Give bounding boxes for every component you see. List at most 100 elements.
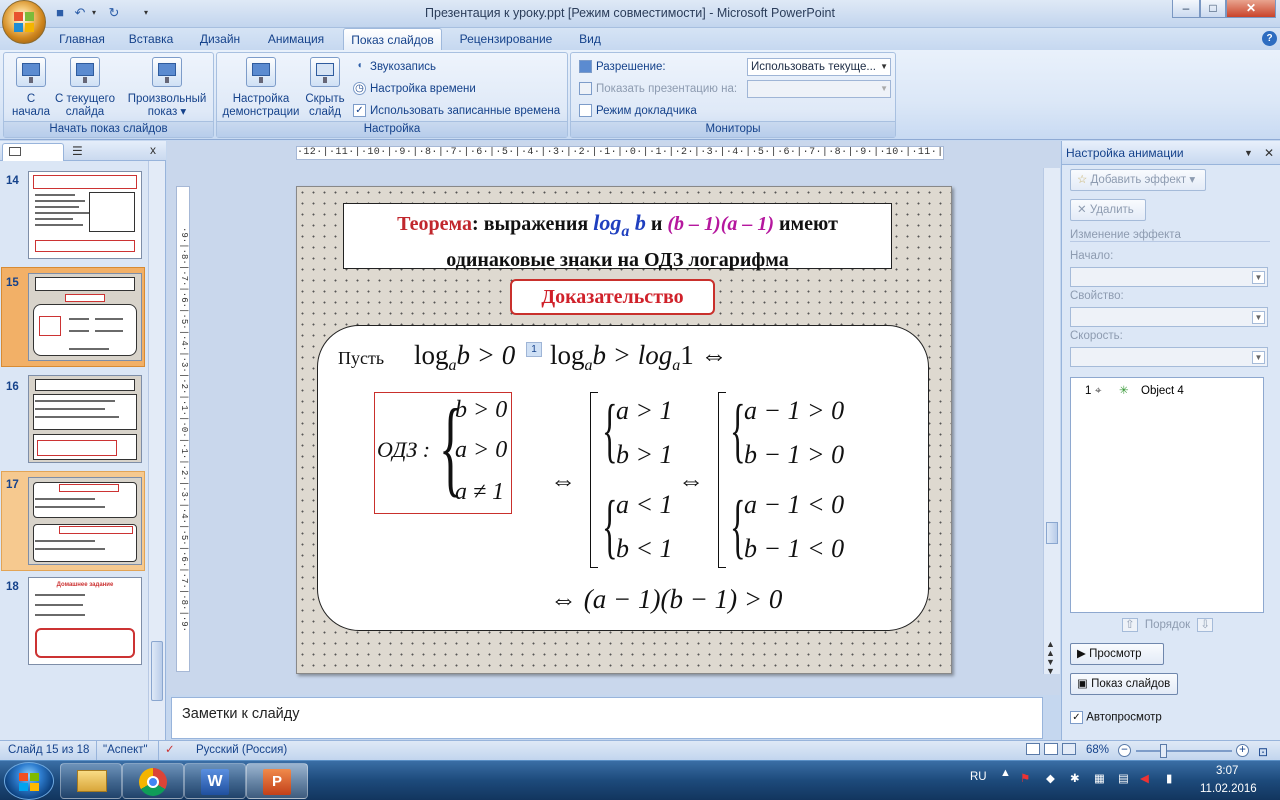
chrome-taskbar-button[interactable]: [122, 763, 184, 799]
theorem-box[interactable]: Теорема: выражения loga b и (b – 1)(a – …: [343, 203, 892, 271]
custom-show-button[interactable]: Произвольный показ ▾: [122, 57, 212, 119]
chevron-down-icon[interactable]: ▼: [1244, 141, 1253, 165]
spellcheck-icon[interactable]: ✓: [158, 741, 175, 760]
customize-qat-icon[interactable]: ▾: [138, 5, 154, 21]
volume-icon[interactable]: ◀: [1140, 771, 1149, 785]
zoom-in-icon[interactable]: +: [1236, 744, 1249, 757]
powerpoint-taskbar-button[interactable]: P: [246, 763, 308, 799]
redo-icon[interactable]: ↻: [106, 5, 122, 21]
setup-show-button[interactable]: Настройка демонстрации: [221, 57, 301, 119]
add-effect-button[interactable]: ☆ Добавить эффект ▾: [1070, 169, 1206, 191]
resolution-label: Разрешение:: [596, 61, 666, 73]
language-indicator[interactable]: Русский (Россия): [196, 741, 287, 760]
clock-date[interactable]: 11.02.2016: [1200, 783, 1257, 795]
explorer-taskbar-button[interactable]: [60, 763, 122, 799]
from-start-label-1: С: [26, 93, 36, 105]
theorem-word: Теорема: [397, 213, 473, 235]
domain-label: ОДЗ :: [377, 437, 431, 462]
slide-sorter-icon[interactable]: [1044, 743, 1058, 755]
zoom-slider-thumb[interactable]: [1160, 744, 1167, 758]
flag-icon[interactable]: ⚑: [1020, 771, 1030, 785]
network-icon[interactable]: ▦: [1094, 771, 1105, 785]
save-icon[interactable]: ■: [52, 5, 68, 21]
chevron-down-icon[interactable]: ▾: [86, 5, 102, 21]
record-narration-button[interactable]: ◖ Звукозапись: [353, 58, 436, 76]
clock-time[interactable]: 3:07: [1216, 765, 1238, 777]
word-taskbar-button[interactable]: W: [184, 763, 246, 799]
close-button[interactable]: ✕: [1226, 0, 1276, 18]
zoom-level[interactable]: 68%: [1086, 741, 1109, 760]
printer-icon[interactable]: ▤: [1118, 771, 1129, 785]
adobe-icon[interactable]: ◆: [1046, 771, 1055, 785]
move-up-icon[interactable]: ⇧: [1122, 618, 1138, 632]
from-start-button[interactable]: С начала: [6, 57, 56, 119]
slide-thumbnail-16[interactable]: [28, 375, 142, 463]
scrollbar-thumb[interactable]: [151, 641, 163, 701]
move-down-icon[interactable]: ⇩: [1197, 618, 1213, 632]
slide-canvas[interactable]: Теорема: выражения loga b и (b – 1)(a – …: [296, 186, 952, 674]
resolution-select[interactable]: Использовать текуще... ▼: [747, 58, 891, 76]
keyboard-language[interactable]: RU: [970, 771, 987, 783]
signal-icon[interactable]: ▮: [1166, 771, 1172, 785]
property-select[interactable]: ▼: [1070, 307, 1268, 327]
tab-design[interactable]: Дизайн: [190, 28, 250, 50]
slides-panel: ☰ x 14 15 16 17 18 Домашнее задание: [0, 141, 166, 741]
slide-thumbnail-14[interactable]: [28, 171, 142, 259]
play-from-start-icon: [16, 57, 46, 87]
domain-cond-2: a > 0: [455, 437, 508, 463]
help-icon[interactable]: ?: [1262, 31, 1277, 46]
tab-slideshow[interactable]: Показ слайдов: [343, 28, 442, 51]
preview-button[interactable]: ▶ Просмотр: [1070, 643, 1164, 665]
speed-select[interactable]: ▼: [1070, 347, 1268, 367]
close-pane-button[interactable]: ✕: [1264, 141, 1274, 165]
zoom-slider-track[interactable]: [1136, 750, 1232, 752]
custom-show-label-1: Произвольный: [127, 93, 207, 105]
minimize-button[interactable]: –: [1172, 0, 1200, 18]
proof-label[interactable]: Доказательство: [510, 279, 715, 315]
notes-pane[interactable]: Заметки к слайду: [171, 697, 1043, 739]
rehearse-timings-button[interactable]: ◷ Настройка времени: [353, 80, 476, 98]
tab-home[interactable]: Главная: [52, 28, 112, 50]
thumbnails-scrollbar[interactable]: [148, 161, 165, 741]
slideshow-button[interactable]: ▣ Показ слайдов: [1070, 673, 1178, 695]
slide-thumbnail-17[interactable]: [28, 477, 142, 565]
setup-show-label-1: Настройка: [232, 93, 290, 105]
maximize-button[interactable]: □: [1200, 0, 1226, 18]
autopreview-checkbox[interactable]: ✓ Автопросмотр: [1070, 711, 1162, 724]
tab-view[interactable]: Вид: [570, 28, 610, 50]
final-equivalence: ⇔ (a − 1)(b − 1) > 0: [550, 584, 783, 614]
slideshow-view-icon[interactable]: [1062, 743, 1076, 755]
close-panel-button[interactable]: x: [150, 143, 156, 157]
presenter-view-checkbox[interactable]: Режим докладчика: [579, 102, 697, 120]
prev-next-slide-icons[interactable]: ▲ ▲ ▼ ▼: [1046, 640, 1055, 676]
tab-slides[interactable]: [2, 143, 64, 161]
system3-line2: b − 1 > 0: [744, 440, 845, 469]
domain-box[interactable]: ОДЗ : { b > 0 a > 0 a ≠ 1: [374, 392, 512, 514]
scrollbar-thumb[interactable]: [1046, 522, 1058, 544]
slide-thumbnail-15[interactable]: [28, 273, 142, 361]
remove-effect-button[interactable]: ✕ Удалить: [1070, 199, 1146, 221]
show-hidden-icons-icon[interactable]: ▲: [1000, 767, 1011, 779]
bluetooth-icon[interactable]: ✱: [1070, 771, 1080, 785]
thumb-number: 16: [6, 381, 19, 393]
tab-animation[interactable]: Анимация: [258, 28, 334, 50]
start-button[interactable]: [4, 762, 54, 800]
tab-review[interactable]: Рецензирование: [450, 28, 562, 50]
animation-list-item[interactable]: 1 ⌖ ✳ Object 4: [1075, 382, 1259, 400]
animation-order-badge[interactable]: 1: [526, 342, 542, 357]
start-select[interactable]: ▼: [1070, 267, 1268, 287]
theme-name[interactable]: "Аспект": [96, 741, 148, 760]
office-button[interactable]: [2, 0, 46, 44]
from-current-button[interactable]: С текущего слайда: [52, 57, 118, 119]
slide-scrollbar[interactable]: ▲ ▲ ▼ ▼: [1043, 168, 1060, 676]
show-on-select[interactable]: ▼: [747, 80, 891, 98]
proof-content-box[interactable]: Пусть logab > 0 1 logab > loga1 ⇔ ОДЗ : …: [317, 325, 929, 631]
zoom-out-icon[interactable]: −: [1118, 744, 1131, 757]
use-timings-checkbox[interactable]: ✓ Использовать записанные времена: [353, 102, 560, 120]
tab-insert[interactable]: Вставка: [120, 28, 182, 50]
hide-slide-button[interactable]: Скрыть слайд: [303, 57, 347, 119]
chevron-down-icon: ▼: [1252, 271, 1265, 284]
slide-thumbnail-18[interactable]: Домашнее задание: [28, 577, 142, 665]
tab-outline[interactable]: ☰: [66, 143, 128, 161]
normal-view-icon[interactable]: [1026, 743, 1040, 755]
